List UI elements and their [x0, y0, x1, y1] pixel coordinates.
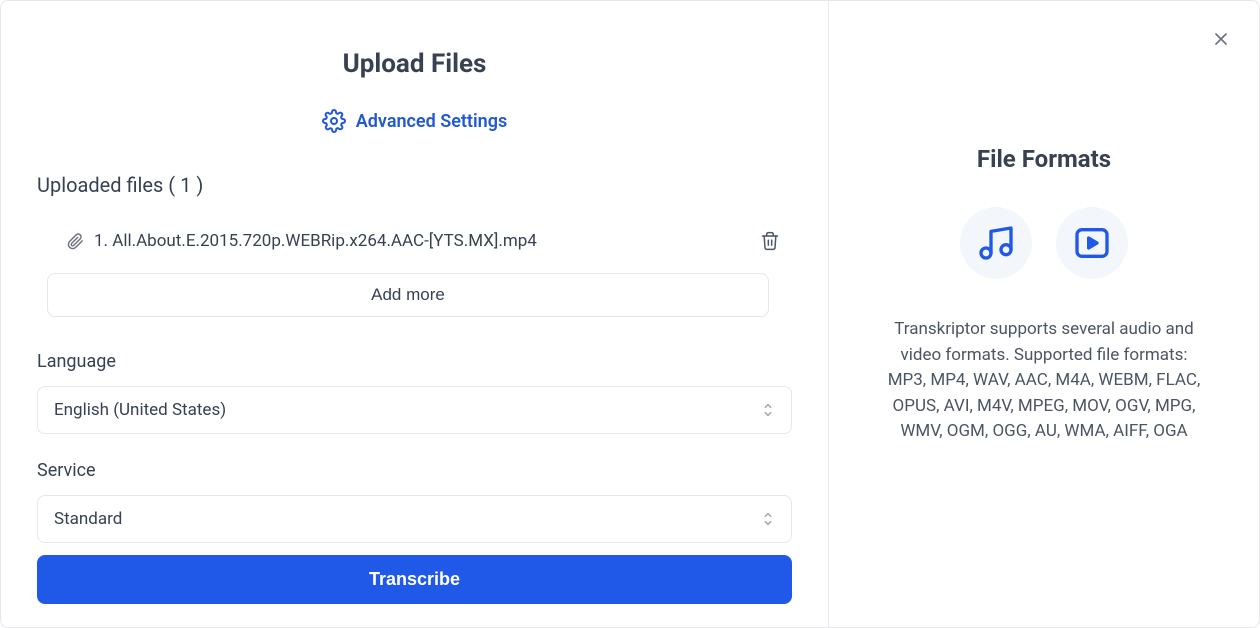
advanced-settings-label: Advanced Settings	[356, 111, 507, 132]
uploaded-files-heading: Uploaded files ( 1 )	[37, 173, 792, 197]
add-more-button[interactable]: Add more	[47, 273, 769, 317]
service-selected-value: Standard	[54, 509, 122, 529]
file-formats-title: File Formats	[977, 145, 1111, 173]
chevron-updown-icon	[761, 401, 775, 419]
info-panel: File Formats Transkriptor supports sever…	[829, 1, 1259, 627]
paperclip-icon	[67, 233, 84, 250]
video-icon	[1072, 223, 1112, 263]
upload-panel: Upload Files Advanced Settings Uploaded …	[1, 1, 829, 627]
music-icon	[976, 223, 1016, 263]
language-label: Language	[37, 351, 792, 372]
language-select[interactable]: English (United States)	[37, 386, 792, 434]
transcribe-button[interactable]: Transcribe	[37, 555, 792, 604]
video-format-icon-container	[1056, 207, 1128, 279]
language-selected-value: English (United States)	[54, 400, 226, 420]
format-icons	[960, 207, 1128, 279]
service-select[interactable]: Standard	[37, 495, 792, 543]
file-name: 1. All.About.E.2015.720p.WEBRip.x264.AAC…	[94, 231, 537, 251]
file-row: 1. All.About.E.2015.720p.WEBRip.x264.AAC…	[37, 231, 792, 251]
page-title: Upload Files	[37, 49, 792, 79]
chevron-updown-icon	[761, 510, 775, 528]
file-formats-description: Transkriptor supports several audio and …	[884, 317, 1204, 445]
gear-icon	[322, 109, 346, 133]
audio-format-icon-container	[960, 207, 1032, 279]
trash-icon[interactable]	[760, 231, 780, 251]
service-label: Service	[37, 460, 792, 481]
advanced-settings-link[interactable]: Advanced Settings	[37, 109, 792, 133]
close-icon[interactable]	[1211, 29, 1231, 49]
